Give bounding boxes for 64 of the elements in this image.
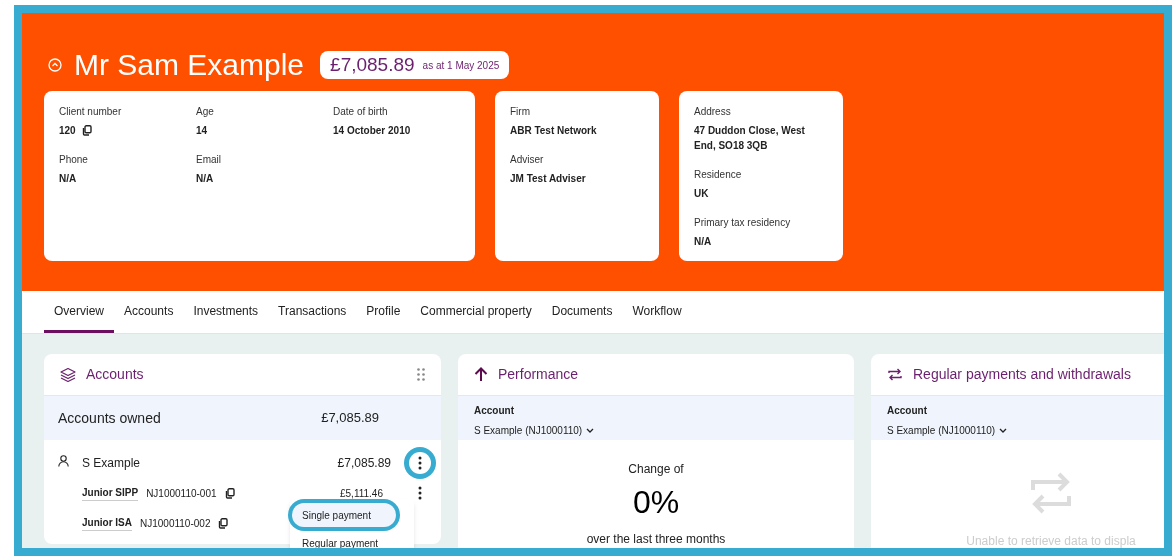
period-label: over the last three months <box>586 531 726 548</box>
field-label: Adviser <box>510 153 545 167</box>
tab[interactable]: Profile <box>356 291 411 333</box>
row-amount: £7,085.89 <box>321 409 379 428</box>
field-value: 47 Duddon Close, West End, SO18 3QB <box>694 124 806 153</box>
tab[interactable]: Investments <box>183 291 269 333</box>
field-label: Date of birth <box>333 105 389 119</box>
field-value: N/A <box>196 172 214 186</box>
account-link[interactable]: Junior ISA <box>82 515 132 531</box>
repeat-icon <box>1030 470 1072 516</box>
arrow-up-icon <box>474 367 488 382</box>
account-amount: £5,111.46 <box>340 486 383 501</box>
field-label: Address <box>694 105 732 119</box>
field-value: N/A <box>59 172 77 186</box>
holder-amount: £7,085.89 <box>337 455 391 472</box>
copy-icon[interactable] <box>81 125 92 136</box>
field-label: Account <box>474 404 515 418</box>
account-dropdown[interactable]: S Example (NJ1000110) <box>887 423 1008 438</box>
field-label: Age <box>196 105 215 119</box>
field-label: Firm <box>510 105 531 119</box>
field-label: Email <box>196 153 222 167</box>
collapse-icon[interactable] <box>48 58 62 72</box>
copy-icon[interactable] <box>218 517 229 529</box>
layers-icon <box>60 366 76 383</box>
person-icon <box>58 455 69 467</box>
balance-amount: £7,085.89 <box>330 52 415 77</box>
field-value: ABR Test Network <box>510 124 597 138</box>
account-number: NJ1000110-002 <box>140 516 211 531</box>
balance-date: as at 1 May 2025 <box>422 58 500 73</box>
field-value: N/A <box>694 235 712 249</box>
panel-title: Regular payments and withdrawals <box>913 365 1131 384</box>
field-label: Primary tax residency <box>694 216 792 230</box>
copy-icon[interactable] <box>224 487 235 499</box>
account-number: NJ1000110-001 <box>146 486 217 501</box>
tab[interactable]: Accounts <box>114 291 184 333</box>
field-label: Residence <box>694 168 743 182</box>
panel-title: Performance <box>498 365 579 384</box>
field-value: UK <box>694 187 709 201</box>
field-label: Phone <box>59 153 89 167</box>
client-name: Mr Sam Example <box>74 50 305 80</box>
repeat-icon <box>887 367 903 382</box>
account-link[interactable]: Junior SIPP <box>82 485 139 501</box>
field-value: JM Test Adviser <box>510 172 586 186</box>
chevron-down-icon <box>999 428 1008 433</box>
field-value: 14 October 2010 <box>333 124 411 138</box>
change-label: Change of <box>628 461 684 478</box>
field-label: Account <box>887 404 928 418</box>
panel-title: Accounts <box>86 365 144 384</box>
tab[interactable]: Documents <box>541 291 623 333</box>
chevron-down-icon <box>586 428 595 433</box>
account-dropdown[interactable]: S Example (NJ1000110) <box>474 423 595 438</box>
row-label: Accounts owned <box>58 408 161 428</box>
kebab-icon <box>418 456 422 470</box>
field-value: 14 <box>196 124 208 138</box>
tab[interactable]: Transactions <box>268 291 357 333</box>
field-value: 120 <box>59 124 76 138</box>
menu-item[interactable]: Regular payment <box>292 531 412 548</box>
drag-handle-icon[interactable] <box>417 368 425 381</box>
field-label: Client number <box>59 105 123 119</box>
tab[interactable]: Commercial property <box>410 291 542 333</box>
holder-name: S Example <box>82 455 141 472</box>
tab[interactable]: Workflow <box>622 291 692 333</box>
kebab-icon <box>418 486 422 500</box>
change-value: 0% <box>632 486 680 518</box>
